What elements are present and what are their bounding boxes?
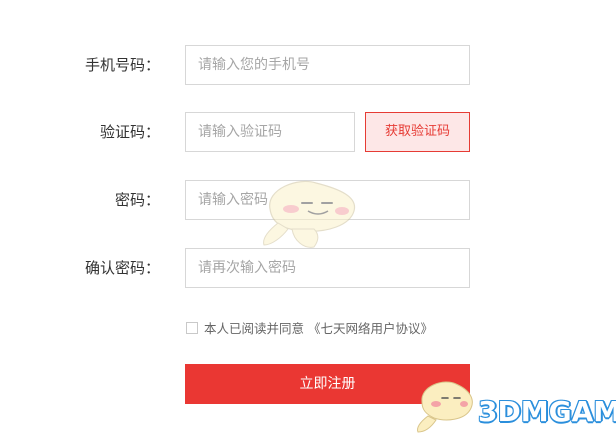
phone-label: 手机号码： xyxy=(84,56,160,74)
mascot-icon xyxy=(263,180,356,248)
registration-page: 手机号码： 验证码： 获取验证码 密码： 确认密码： 本人已阅读并同意 《七天网… xyxy=(0,0,616,435)
phone-input[interactable] xyxy=(185,45,470,85)
agreement-link[interactable]: 《七天网络用户协议》 xyxy=(308,318,433,337)
confirm-password-label: 确认密码： xyxy=(84,259,160,277)
password-label: 密码： xyxy=(114,191,160,209)
agreement-checkbox[interactable] xyxy=(186,321,198,334)
code-label: 验证码： xyxy=(99,123,160,141)
agreement-row: 本人已阅读并同意 《七天网络用户协议》 xyxy=(186,318,433,337)
get-code-button[interactable]: 获取验证码 xyxy=(365,112,470,152)
code-input[interactable] xyxy=(185,112,355,152)
agreement-text: 本人已阅读并同意 xyxy=(204,321,305,336)
watermark-text: 3DMGAME xyxy=(478,395,616,428)
